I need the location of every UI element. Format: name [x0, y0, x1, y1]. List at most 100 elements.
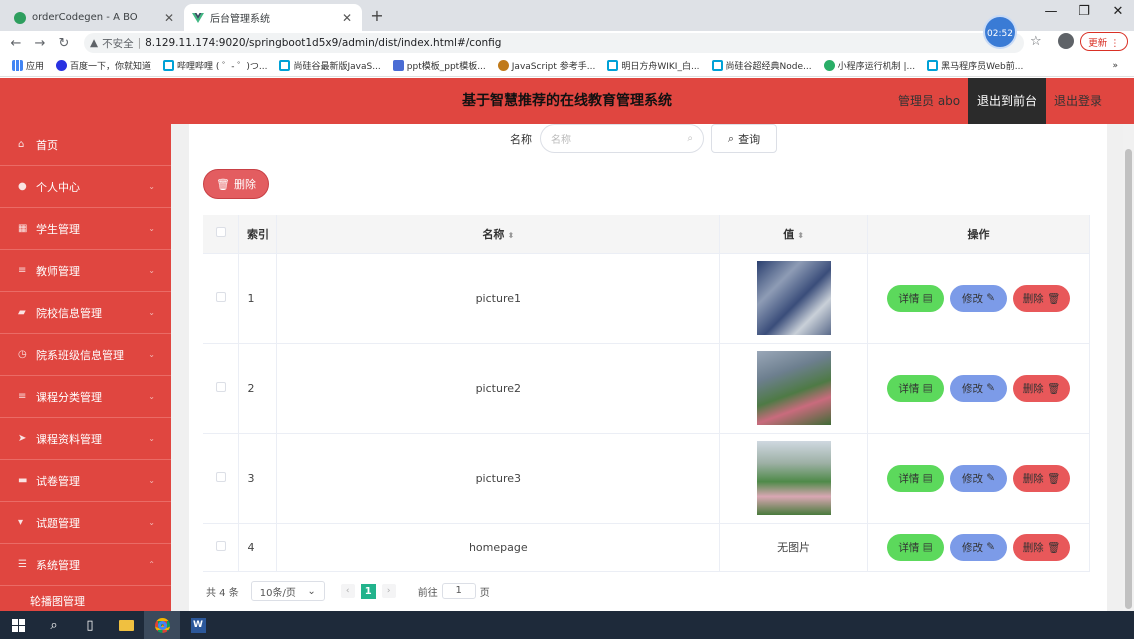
browser-tab-admin[interactable]: 后台管理系统 ✕ — [184, 4, 362, 31]
warning-icon: ▲ — [90, 37, 99, 49]
page-size-select[interactable]: 10条/页 ⌄ — [250, 581, 325, 601]
sidebar-item-colleges[interactable]: ▰ 院校信息管理 ⌄ — [0, 292, 171, 334]
edit-button[interactable]: 修改 ✎ — [950, 284, 1008, 312]
header-value[interactable]: 值 ⬍ — [719, 215, 869, 254]
delete-button[interactable]: 删除 🗑 — [1013, 464, 1071, 492]
search-icon[interactable]: ⌕ — [36, 611, 72, 639]
page-suffix: 页 — [479, 587, 490, 599]
maximize-button[interactable]: ❐ — [1069, 4, 1099, 19]
sidebar-subitem-carousel[interactable]: 轮播图管理 — [0, 586, 171, 611]
sidebar-item-papers[interactable]: ▬ 试卷管理 ⌄ — [0, 460, 171, 502]
close-window-button[interactable]: ✕ — [1103, 4, 1133, 19]
word-icon[interactable]: W — [180, 611, 216, 639]
back-icon[interactable]: ← — [4, 36, 28, 51]
bookmark-bilibili[interactable]: 哔哩哔哩 ( ゜- ゜)つ... — [163, 59, 267, 72]
detail-button[interactable]: 详情 ▤ — [887, 374, 945, 402]
sort-icon[interactable]: ⬍ — [507, 231, 514, 240]
delete-button[interactable]: 删除 🗑 — [1013, 374, 1071, 402]
goto-page-input[interactable]: 1 — [441, 583, 476, 599]
pencil-icon: ✎ — [986, 292, 996, 304]
bookmark-star-icon[interactable]: ☆ — [1030, 34, 1042, 49]
mdn-icon — [497, 60, 509, 71]
exit-to-front-button[interactable]: 退出到前台 — [968, 78, 1046, 124]
chevron-down-icon: ⌄ — [148, 392, 155, 401]
next-page-button[interactable]: › — [381, 584, 396, 598]
row-checkbox[interactable] — [215, 381, 226, 392]
chevron-up-icon: ⌃ — [148, 560, 155, 569]
bookmark-ppt[interactable]: ppt模板_ppt模板... — [392, 59, 486, 72]
edit-button[interactable]: 修改 ✎ — [950, 374, 1008, 402]
query-button[interactable]: ⌕ 查询 — [711, 124, 777, 153]
edit-button[interactable]: 修改 ✎ — [950, 464, 1008, 492]
sidebar-item-classes[interactable]: ◷ 院系班级信息管理 ⌄ — [0, 334, 171, 376]
thumbnail-image[interactable] — [756, 351, 831, 425]
detail-button[interactable]: 详情 ▤ — [887, 533, 945, 561]
sidebar-item-course-categories[interactable]: ≡ 课程分类管理 ⌄ — [0, 376, 171, 418]
chevron-down-icon: ⌄ — [148, 266, 155, 275]
bookmark-javascript[interactable]: JavaScript 参考手... — [497, 59, 595, 72]
sort-icon[interactable]: ⬍ — [797, 231, 804, 240]
settings-icon: ☰ — [18, 559, 27, 570]
home-icon: ⌂ — [18, 139, 25, 150]
reload-icon[interactable]: ↻ — [52, 36, 76, 51]
browser-tab-ordercodegen[interactable]: orderCodegen - A BO ✕ — [6, 4, 184, 31]
sidebar-item-home[interactable]: ⌂ 首页 — [0, 124, 171, 166]
edit-button[interactable]: 修改 ✎ — [950, 533, 1008, 561]
search-input[interactable]: 名称 ⌕ — [540, 124, 704, 153]
floating-clock[interactable]: 02:52 — [983, 15, 1017, 49]
bookmark-baidu[interactable]: 百度一下，你就知道 — [56, 59, 151, 72]
page-number-current[interactable]: 1 — [360, 583, 376, 599]
new-tab-button[interactable]: + — [366, 6, 388, 26]
sidebar-item-course-materials[interactable]: ➤ 课程资料管理 ⌄ — [0, 418, 171, 460]
row-checkbox[interactable] — [215, 540, 226, 551]
tab-close-icon[interactable]: ✕ — [340, 11, 354, 25]
bookmark-apps[interactable]: 应用 — [12, 59, 44, 72]
row-checkbox[interactable] — [215, 471, 226, 482]
sidebar-item-system[interactable]: ☰ 系统管理 ⌃ — [0, 544, 171, 586]
chevron-down-icon: ⌄ — [148, 308, 155, 317]
prev-page-button[interactable]: ‹ — [340, 584, 355, 598]
header-name[interactable]: 名称 ⬍ — [276, 215, 721, 254]
bookmarks-more-button[interactable]: » — [1112, 61, 1118, 71]
bookmarks-bar: 应用 百度一下，你就知道 哔哩哔哩 ( ゜- ゜)つ... 尚硅谷最新版Java… — [0, 55, 1134, 77]
tab-close-icon[interactable]: ✕ — [162, 11, 176, 25]
url-field[interactable]: ▲ 不安全 | 8.129.11.174:9020/springboot1d5x… — [84, 33, 1024, 53]
bookmark-arknights[interactable]: 明日方舟WIKI_白... — [607, 59, 700, 72]
address-bar-row: ← → ↻ ▲ 不安全 | 8.129.11.174:9020/springbo… — [0, 31, 1134, 55]
bilibili-tv-icon — [711, 60, 723, 71]
tab-title: orderCodegen - A BO — [32, 12, 138, 23]
row-checkbox[interactable] — [215, 291, 226, 302]
update-button[interactable]: 更新 ⋮ — [1080, 32, 1128, 51]
file-explorer-icon[interactable] — [108, 611, 144, 639]
sidebar-item-teachers[interactable]: ≡ 教师管理 ⌄ — [0, 250, 171, 292]
row-name: picture3 — [276, 433, 721, 524]
thumbnail-image[interactable] — [756, 261, 831, 335]
row-value: 无图片 — [719, 523, 869, 572]
detail-button[interactable]: 详情 ▤ — [887, 464, 945, 492]
apps-grid-icon — [12, 60, 23, 71]
batch-delete-button[interactable]: 🗑 删除 — [203, 169, 269, 199]
windows-start-icon[interactable] — [0, 611, 36, 639]
detail-button[interactable]: 详情 ▤ — [887, 284, 945, 312]
page-scrollbar[interactable] — [1123, 124, 1134, 611]
profile-avatar-icon[interactable] — [1058, 33, 1074, 49]
pin-icon: ▾ — [18, 517, 24, 528]
bookmark-atguigu-java[interactable]: 尚硅谷最新版JavaS... — [279, 59, 381, 72]
delete-button[interactable]: 删除 🗑 — [1013, 284, 1071, 312]
forward-icon[interactable]: → — [28, 36, 52, 51]
bookmark-heima[interactable]: 黑马程序员Web前... — [927, 59, 1023, 72]
select-all-checkbox[interactable] — [215, 227, 226, 238]
bookmark-atguigu-node[interactable]: 尚硅谷超经典Node... — [711, 59, 812, 72]
scrollbar-thumb[interactable] — [1125, 149, 1132, 609]
chrome-icon[interactable] — [144, 611, 180, 639]
thumbnail-image[interactable] — [756, 441, 831, 515]
minimize-button[interactable]: — — [1036, 4, 1066, 19]
sidebar-item-personal-center[interactable]: ● 个人中心 ⌄ — [0, 166, 171, 208]
sidebar-item-students[interactable]: ▦ 学生管理 ⌄ — [0, 208, 171, 250]
task-view-icon[interactable]: ▯ — [72, 611, 108, 639]
delete-button[interactable]: 删除 🗑 — [1013, 533, 1071, 561]
bookmark-miniprogram[interactable]: 小程序运行机制 |... — [823, 59, 915, 72]
sidebar-item-questions[interactable]: ▾ 试题管理 ⌄ — [0, 502, 171, 544]
chevron-down-icon: ⌄ — [148, 350, 155, 359]
logout-button[interactable]: 退出登录 — [1054, 78, 1102, 124]
